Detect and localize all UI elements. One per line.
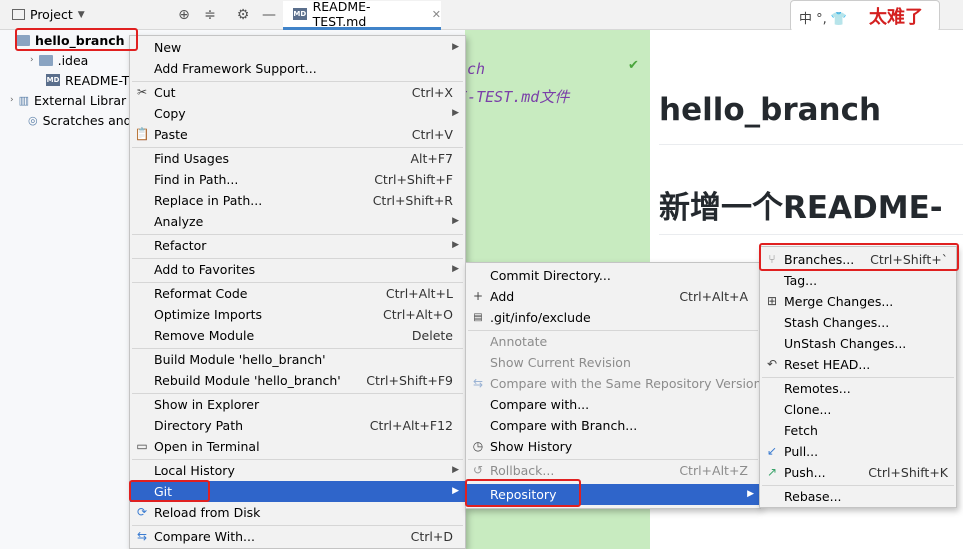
menu-item-add[interactable]: + Add Ctrl+Alt+A (466, 286, 760, 307)
menu-item-compare-same-repo[interactable]: ⇆ Compare with the Same Repository Versio… (466, 373, 762, 394)
menu-item-compare-with[interactable]: ⇆ Compare With... Ctrl+D (130, 526, 465, 547)
menu-item-show-history[interactable]: ◷ Show History (466, 436, 760, 457)
menu-item-refactor[interactable]: Refactor ▶ (130, 235, 465, 256)
menu-item-stash-changes[interactable]: Stash Changes... (760, 312, 956, 333)
menu-item-clone[interactable]: Clone... (760, 399, 956, 420)
menu-item-rebuild-module[interactable]: Rebuild Module 'hello_branch' Ctrl+Shift+… (130, 370, 465, 391)
terminal-icon: ▭ (136, 439, 148, 453)
context-menu: New ▶ Add Framework Support... ✂ Cut Ctrl+X… (129, 35, 466, 549)
menu-item-find-in-path[interactable]: Find in Path... Ctrl+Shift+F (130, 169, 465, 190)
minimize-icon[interactable]: — (260, 6, 278, 24)
project-panel-icon (12, 9, 25, 20)
menu-item-pull[interactable]: ↙ Pull... (760, 441, 956, 462)
menu-item-fetch[interactable]: Fetch (760, 420, 956, 441)
menu-item-reformat-code[interactable]: Reformat Code Ctrl+Alt+L (130, 283, 465, 304)
menu-item-directory-path[interactable]: Directory Path Ctrl+Alt+F12 (130, 415, 465, 436)
menu-item-cut[interactable]: ✂ Cut Ctrl+X (130, 82, 465, 103)
menu-item-local-history[interactable]: Local History ▶ (130, 460, 465, 481)
clipboard-icon: 📋 (134, 127, 150, 141)
tree-label: Scratches and (42, 112, 132, 128)
markdown-file-icon: MD (293, 8, 307, 20)
collapse-icon[interactable]: ≑ (201, 6, 219, 24)
tree-item-readme[interactable]: MD README-TE (46, 70, 137, 90)
chevron-right-icon: › (10, 95, 14, 105)
menu-item-replace-in-path[interactable]: Replace in Path... Ctrl+Shift+R (130, 190, 465, 211)
menu-item-new[interactable]: New ▶ (130, 37, 465, 58)
annotation-box (129, 480, 210, 502)
project-title: Project (30, 7, 73, 22)
target-icon[interactable]: ⊕ (175, 6, 193, 24)
file-icon: ▤ (473, 312, 483, 323)
menu-item-add-framework-support[interactable]: Add Framework Support... (130, 58, 465, 79)
menu-item-find-usages[interactable]: Find Usages Alt+F7 (130, 148, 465, 169)
menu-item-show-current-revision[interactable]: Show Current Revision (466, 352, 760, 373)
menu-item-compare-with[interactable]: Compare with... (466, 394, 760, 415)
project-selector[interactable]: Project ▼ (12, 7, 85, 22)
menu-item-show-in-explorer[interactable]: Show in Explorer (130, 394, 465, 415)
tree-item-external-libraries[interactable]: › ▥ External Librar (10, 90, 126, 110)
menu-item-remotes[interactable]: Remotes... (760, 378, 956, 399)
repository-submenu: ⑂ Branches... Ctrl+Shift+` Tag... ⊞ Merge C… (759, 246, 957, 508)
annotation-box (759, 243, 959, 271)
reset-icon: ↶ (766, 357, 778, 371)
tree-label: External Librar (34, 92, 127, 108)
menu-item-reload-from-disk[interactable]: ⟳ Reload from Disk (130, 502, 465, 523)
tree-item-idea[interactable]: › .idea (30, 50, 88, 70)
tree-label: README-TE (65, 72, 138, 88)
menu-item-reset-head[interactable]: ↶ Reset HEAD... (760, 354, 956, 375)
plus-icon: + (472, 289, 484, 303)
divider (659, 144, 963, 145)
menu-item-add-to-favorites[interactable]: Add to Favorites ▶ (130, 259, 465, 280)
scissors-icon: ✂ (136, 85, 148, 99)
menu-item-open-in-terminal[interactable]: ▭ Open in Terminal (130, 436, 465, 457)
ime-toolbar: 中 °, 👕 太难了 (790, 0, 940, 32)
menu-item-rebase[interactable]: Rebase... (760, 486, 956, 507)
tab-label: README-TEST.md (312, 0, 371, 29)
menu-item-paste[interactable]: 📋 Paste Ctrl+V (130, 124, 465, 145)
compare-icon: ⇆ (472, 376, 484, 390)
clock-icon: ◷ (472, 439, 484, 453)
pull-arrow-icon: ↙ (766, 444, 778, 458)
ime-chars: 中 °, 👕 (799, 12, 848, 27)
markdown-file-icon: MD (46, 74, 60, 86)
menu-item-tag[interactable]: Tag... (760, 270, 956, 291)
tree-label: .idea (57, 52, 89, 68)
menu-item-build-module[interactable]: Build Module 'hello_branch' (130, 349, 465, 370)
rollback-icon: ↺ (472, 463, 484, 477)
menu-item-merge-changes[interactable]: ⊞ Merge Changes... (760, 291, 956, 312)
annotation-box (15, 28, 138, 51)
push-arrow-icon: ↗ (766, 465, 778, 479)
scratches-icon: ◎ (28, 113, 38, 127)
tree-item-scratches[interactable]: ◎ Scratches and (28, 110, 132, 130)
folder-icon (38, 54, 53, 66)
menu-item-optimize-imports[interactable]: Optimize Imports Ctrl+Alt+O (130, 304, 465, 325)
compare-icon: ⇆ (136, 529, 148, 543)
chevron-down-icon: ▼ (77, 9, 85, 20)
menu-item-push[interactable]: ↗ Push... Ctrl+Shift+K (760, 462, 956, 483)
menu-item-analyze[interactable]: Analyze ▶ (130, 211, 465, 232)
reload-icon: ⟳ (136, 505, 148, 519)
git-submenu: Commit Directory... + Add Ctrl+Alt+A ▤ .git… (465, 262, 762, 509)
menu-item-commit-directory[interactable]: Commit Directory... (466, 265, 760, 286)
menu-item-unstash-changes[interactable]: UnStash Changes... (760, 333, 956, 354)
sticker-image: 太难了 (869, 7, 923, 28)
merge-icon: ⊞ (766, 294, 778, 308)
check-icon: ✔ (628, 58, 639, 73)
close-icon[interactable]: ✕ (432, 8, 441, 21)
menu-item-copy[interactable]: Copy ▶ (130, 103, 465, 124)
annotation-box (465, 479, 581, 507)
preview-heading-1: hello_branch (659, 92, 882, 128)
gear-icon[interactable]: ⚙ (234, 6, 252, 24)
divider (659, 234, 963, 235)
menu-item-remove-module[interactable]: Remove Module Delete (130, 325, 465, 346)
menu-item-git-exclude[interactable]: ▤ .git/info/exclude (466, 307, 760, 328)
library-icon: ▥ (18, 93, 30, 107)
preview-heading-2: 新增一个README- (659, 190, 943, 226)
tab-readme[interactable]: MD README-TEST.md ✕ (283, 0, 441, 30)
menu-item-rollback[interactable]: ↺ Rollback... Ctrl+Alt+Z (466, 460, 760, 481)
menu-item-compare-with-branch[interactable]: Compare with Branch... (466, 415, 760, 436)
menu-item-annotate[interactable]: Annotate (466, 331, 760, 352)
chevron-right-icon: › (30, 55, 34, 65)
